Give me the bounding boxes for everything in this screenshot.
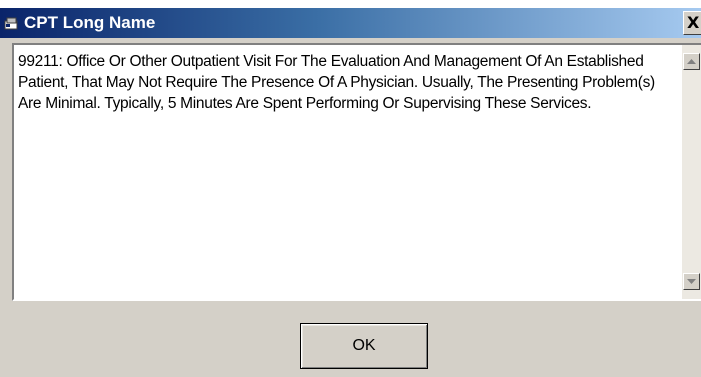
window-title: CPT Long Name [24,13,156,32]
close-button[interactable]: X [683,11,701,35]
vertical-scrollbar[interactable] [682,45,701,299]
ok-button[interactable]: OK [300,323,428,369]
cpt-description-text: 99211: Office Or Other Outpatient Visit … [18,53,655,112]
scroll-down-arrow-icon [687,279,696,284]
scroll-down-button[interactable] [683,273,700,290]
title-bar[interactable]: CPT Long Name X [0,8,701,38]
scroll-up-button[interactable] [683,53,700,70]
window-app-icon [4,15,20,31]
description-textbox[interactable]: 99211: Office Or Other Outpatient Visit … [12,43,701,301]
cpt-long-name-dialog: CPT Long Name X 99211: Office Or Other O… [0,8,701,377]
scroll-up-arrow-icon [687,59,696,64]
